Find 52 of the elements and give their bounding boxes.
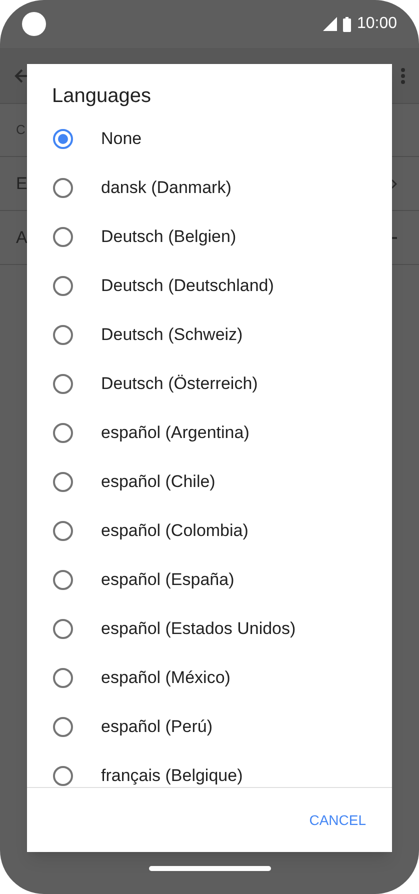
radio-button[interactable] xyxy=(53,374,73,394)
battery-icon xyxy=(342,16,351,32)
radio-button[interactable] xyxy=(53,618,73,638)
language-option[interactable]: None xyxy=(27,114,392,163)
option-label: français (Belgique) xyxy=(101,764,243,787)
radio-button[interactable] xyxy=(53,324,73,344)
chevron-icon xyxy=(391,178,397,188)
language-option[interactable]: español (Chile) xyxy=(27,457,392,506)
option-label: Deutsch (Schweiz) xyxy=(101,324,243,346)
language-option[interactable]: dansk (Danmark) xyxy=(27,163,392,212)
option-label: Deutsch (Deutschland) xyxy=(101,274,274,297)
option-label: español (Estados Unidos) xyxy=(101,618,296,640)
option-label: dansk (Danmark) xyxy=(101,176,232,199)
setting-label: A xyxy=(16,226,28,249)
radio-button[interactable] xyxy=(53,178,73,198)
language-option[interactable]: français (Belgique) xyxy=(27,751,392,787)
clock-time: 10:00 xyxy=(356,14,397,34)
language-option[interactable]: español (México) xyxy=(27,653,392,702)
back-arrow-icon[interactable] xyxy=(14,68,30,84)
language-option[interactable]: español (Estados Unidos) xyxy=(27,604,392,653)
cancel-button[interactable]: CANCEL xyxy=(307,804,368,836)
setting-label: E xyxy=(16,172,28,195)
option-label: español (Colombia) xyxy=(101,520,248,542)
camera-icon xyxy=(22,12,46,36)
language-option[interactable]: español (España) xyxy=(27,555,392,604)
language-option[interactable]: Deutsch (Schweiz) xyxy=(27,310,392,359)
dialog-title: Languages xyxy=(51,84,152,109)
option-label: español (Chile) xyxy=(101,470,216,493)
language-option[interactable]: Deutsch (Österreich) xyxy=(27,359,392,408)
language-option[interactable]: Deutsch (Belgien) xyxy=(27,212,392,261)
language-option[interactable]: español (Argentina) xyxy=(27,408,392,457)
radio-button[interactable] xyxy=(53,276,73,296)
option-label: None xyxy=(101,128,142,150)
option-label: Deutsch (Belgien) xyxy=(101,226,236,248)
language-option[interactable]: español (Perú) xyxy=(27,702,392,751)
radio-button[interactable] xyxy=(53,520,73,540)
signal-icon xyxy=(322,17,337,31)
radio-button[interactable] xyxy=(53,570,73,590)
radio-button[interactable] xyxy=(53,422,73,442)
language-option[interactable]: Deutsch (Deutschland) xyxy=(27,261,392,310)
radio-button[interactable] xyxy=(53,668,73,688)
option-label: español (Perú) xyxy=(101,716,213,738)
option-label: español (Argentina) xyxy=(101,422,250,444)
option-label: Deutsch (Österreich) xyxy=(101,372,258,395)
language-option[interactable]: español (Colombia) xyxy=(27,506,392,555)
radio-button[interactable] xyxy=(53,128,73,148)
option-label: español (México) xyxy=(101,666,230,689)
radio-button[interactable] xyxy=(53,472,73,492)
radio-button[interactable] xyxy=(53,716,73,736)
option-label: español (España) xyxy=(101,568,234,591)
radio-button[interactable] xyxy=(53,226,73,246)
radio-button[interactable] xyxy=(53,766,73,786)
